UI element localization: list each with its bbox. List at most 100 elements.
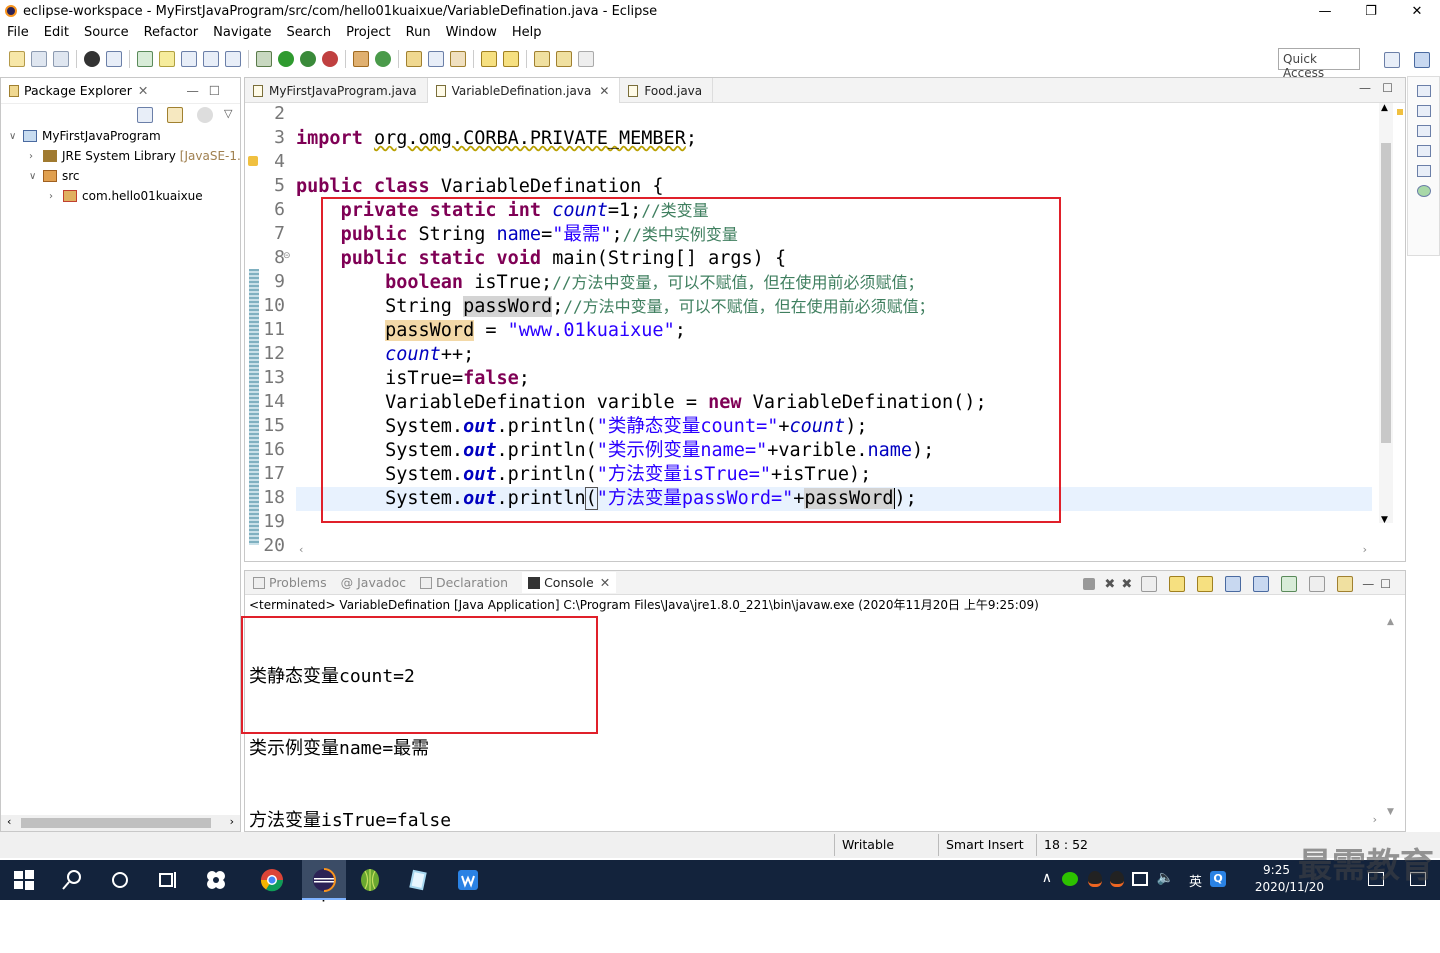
outline-icon[interactable] xyxy=(1416,145,1431,157)
task-list-icon[interactable] xyxy=(1416,105,1431,117)
restore-icon[interactable] xyxy=(1416,165,1431,177)
restore-icon[interactable] xyxy=(1416,85,1431,97)
scrollbar-thumb[interactable] xyxy=(21,818,211,828)
tab-myfirstjavaprogram[interactable]: MyFirstJavaProgram.java xyxy=(245,78,428,103)
task-view-icon[interactable] xyxy=(156,868,180,892)
expanded-arrow-icon[interactable]: ∨ xyxy=(9,131,19,142)
minimize-view-icon[interactable]: — xyxy=(1362,577,1374,591)
quick-access-input[interactable]: Quick Access xyxy=(1278,48,1360,80)
git-icon[interactable] xyxy=(1416,185,1431,197)
menu-search[interactable]: Search xyxy=(286,25,331,40)
word-wrap-icon[interactable] xyxy=(1197,576,1214,592)
close-button[interactable]: ✕ xyxy=(1394,0,1440,22)
scrollbar-thumb[interactable] xyxy=(1381,143,1391,443)
link-with-editor-icon[interactable] xyxy=(167,107,183,123)
collapse-all-icon[interactable] xyxy=(137,107,153,123)
scroll-up-icon[interactable]: ▲ xyxy=(1381,103,1388,113)
minimize-editor-icon[interactable]: — xyxy=(1359,81,1371,95)
overview-ruler[interactable] xyxy=(1395,103,1405,523)
new-java-class-icon[interactable] xyxy=(375,51,391,67)
save-all-icon[interactable] xyxy=(53,51,69,67)
new-icon[interactable] xyxy=(9,51,25,67)
last-edit-icon[interactable] xyxy=(534,51,550,67)
save-icon[interactable] xyxy=(31,51,47,67)
tab-food[interactable]: Food.java xyxy=(620,78,714,103)
run-icon[interactable] xyxy=(278,51,294,67)
menu-navigate[interactable]: Navigate xyxy=(213,25,271,40)
close-view-icon[interactable]: ✕ xyxy=(138,83,148,98)
pin-console-icon[interactable] xyxy=(1281,576,1298,592)
scroll-lock-icon[interactable] xyxy=(1169,576,1186,592)
expanded-arrow-icon[interactable]: ∨ xyxy=(29,171,39,182)
tab-problems[interactable]: Problems xyxy=(253,575,327,590)
scroll-right-icon[interactable]: › xyxy=(1373,813,1377,826)
search-icon[interactable] xyxy=(428,51,444,67)
qq-icon[interactable] xyxy=(1088,871,1102,887)
remove-all-launches-icon[interactable]: ✖ xyxy=(1121,577,1132,592)
debug-icon[interactable] xyxy=(256,51,272,67)
display-console-icon[interactable] xyxy=(1309,576,1326,592)
open-type-icon[interactable] xyxy=(406,51,422,67)
scroll-down-icon[interactable]: ▼ xyxy=(1387,807,1394,817)
wps-app-icon[interactable] xyxy=(456,868,480,892)
tab-console[interactable]: Console ✕ xyxy=(522,572,617,593)
scroll-left-icon[interactable]: ‹ xyxy=(253,813,257,826)
tree-item-project[interactable]: ∨ MyFirstJavaProgram xyxy=(9,126,161,146)
forward-icon[interactable] xyxy=(578,51,594,67)
console-horizontal-scrollbar[interactable]: ‹ › xyxy=(245,813,1385,829)
collapsed-arrow-icon[interactable]: › xyxy=(29,151,39,162)
melon-app-icon[interactable] xyxy=(358,868,382,892)
scroll-right-icon[interactable]: › xyxy=(1363,543,1367,556)
qq-icon[interactable] xyxy=(1110,871,1124,887)
cortana-icon[interactable] xyxy=(108,868,132,892)
maximize-editor-icon[interactable]: ☐ xyxy=(1382,81,1393,95)
menu-window[interactable]: Window xyxy=(446,25,497,40)
windows-start-icon[interactable] xyxy=(12,868,36,892)
scroll-right-icon[interactable]: › xyxy=(230,815,234,828)
volume-icon[interactable]: 🔈 xyxy=(1157,870,1174,886)
console-vertical-scrollbar[interactable]: ▲ ▼ xyxy=(1387,617,1399,817)
menu-source[interactable]: Source xyxy=(84,25,129,40)
skip-breakpoints-icon[interactable] xyxy=(106,51,122,67)
menu-refactor[interactable]: Refactor xyxy=(144,25,199,40)
external-tools-icon[interactable] xyxy=(322,51,338,67)
collapsed-arrow-icon[interactable]: › xyxy=(49,191,59,202)
editor-horizontal-scrollbar[interactable]: ‹ › xyxy=(293,543,1373,559)
tab-variabledefination[interactable]: VariableDefination.java ✕ xyxy=(427,78,621,103)
menu-run[interactable]: Run xyxy=(406,25,431,40)
show-on-output-icon[interactable] xyxy=(1225,576,1242,592)
maximize-button[interactable]: ❐ xyxy=(1348,0,1394,22)
package-explorer-title[interactable]: Package Explorer xyxy=(24,83,132,98)
profile-icon[interactable] xyxy=(84,51,100,67)
scroll-up-icon[interactable]: ▲ xyxy=(1387,617,1394,627)
menu-edit[interactable]: Edit xyxy=(44,25,69,40)
network-icon[interactable] xyxy=(1132,872,1148,886)
scroll-left-icon[interactable]: ‹ xyxy=(7,815,11,828)
close-tab-icon[interactable]: ✕ xyxy=(600,575,610,590)
menu-file[interactable]: File xyxy=(7,25,29,40)
pinwheel-app-icon[interactable] xyxy=(204,868,228,892)
open-console-icon[interactable] xyxy=(1337,576,1354,592)
tab-declaration[interactable]: Declaration xyxy=(419,575,508,590)
editor-vertical-scrollbar[interactable]: ▲ ▼ xyxy=(1379,103,1393,525)
maximize-view-icon[interactable]: ☐ xyxy=(1380,577,1391,591)
maximize-view-icon[interactable]: ☐ xyxy=(209,83,220,98)
tree-item-jre[interactable]: › JRE System Library [JavaSE-1. xyxy=(29,146,241,166)
java-perspective-icon[interactable] xyxy=(1414,52,1430,68)
horizontal-scrollbar[interactable]: ‹ › xyxy=(1,815,240,831)
notepad-app-icon[interactable] xyxy=(406,868,430,892)
back-icon[interactable] xyxy=(556,51,572,67)
scroll-left-icon[interactable]: ‹ xyxy=(299,543,303,556)
minimize-view-icon[interactable]: — xyxy=(186,83,199,98)
show-hidden-icons-icon[interactable]: ∧ xyxy=(1042,870,1052,886)
view-menu-icon[interactable]: ▽ xyxy=(224,107,232,123)
clock-time[interactable]: 9:25 xyxy=(1263,863,1290,877)
qq-browser-icon[interactable]: Q xyxy=(1210,871,1226,887)
tree-item-src[interactable]: ∨ src xyxy=(29,166,80,186)
scroll-down-icon[interactable]: ▼ xyxy=(1381,515,1388,525)
restore-icon[interactable] xyxy=(1416,125,1431,137)
ime-indicator[interactable]: 英 xyxy=(1189,871,1202,890)
open-task-icon[interactable] xyxy=(450,51,466,67)
tree-item-package[interactable]: › com.hello01kuaixue xyxy=(49,186,203,206)
overview-warning-marker[interactable] xyxy=(1397,109,1403,115)
